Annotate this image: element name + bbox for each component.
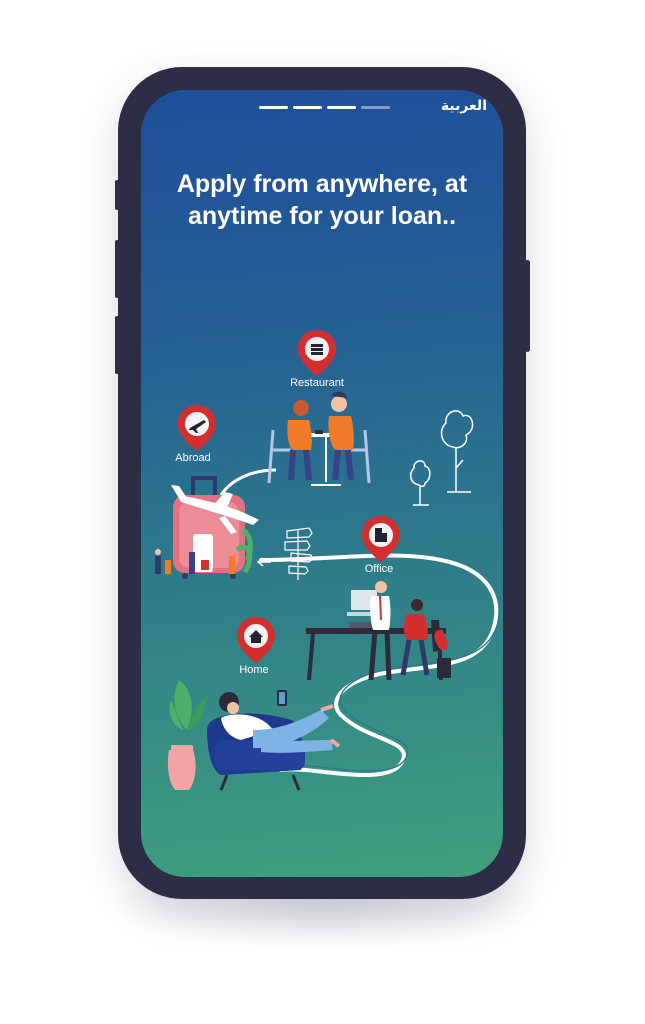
office-pin: Office (362, 516, 400, 575)
tree-icon (409, 460, 431, 506)
signpost-icon (284, 527, 314, 580)
abroad-location-label: Abroad (175, 452, 210, 464)
onboarding-screen: العربية Apply from anywhere, at anytime … (141, 90, 503, 877)
phone-side-button (115, 240, 119, 298)
journey-illustration: Restaurant Abroad Office Home (155, 330, 501, 791)
restaurant-icon (311, 344, 323, 355)
home-scene-illustration (207, 690, 341, 791)
phone-side-button (115, 180, 119, 210)
home-pin: Home (237, 617, 275, 676)
restaurant-pin: Restaurant (290, 330, 344, 389)
home-location-label: Home (239, 664, 268, 676)
phone-side-button (115, 316, 119, 374)
tree-icon (440, 410, 474, 493)
plant-pot-illustration (167, 680, 207, 790)
office-location-label: Office (365, 563, 394, 575)
phone-power-button (525, 260, 530, 352)
restaurant-location-label: Restaurant (290, 377, 344, 389)
abroad-pin: Abroad (175, 405, 216, 464)
restaurant-scene-illustration (267, 391, 371, 486)
